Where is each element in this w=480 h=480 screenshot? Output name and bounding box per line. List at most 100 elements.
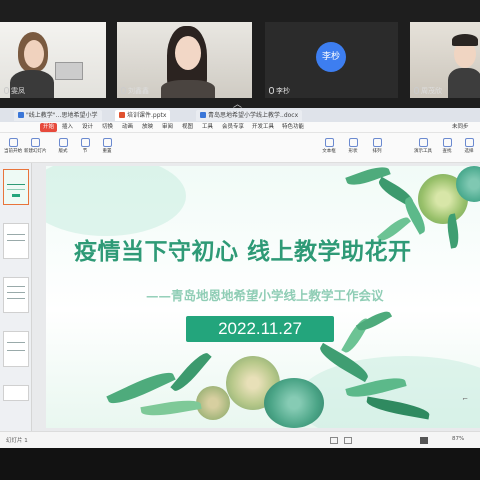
- participant-face: [24, 40, 44, 68]
- ribbon-button[interactable]: 查找: [436, 137, 458, 159]
- arrange-icon: [372, 138, 382, 147]
- participant-tile[interactable]: 李杪 李杪: [265, 22, 398, 98]
- menu-features[interactable]: 特色功能: [282, 123, 304, 132]
- select-icon: [464, 138, 474, 147]
- participant-name: 李杪: [269, 86, 290, 96]
- thumb-line: [7, 292, 25, 293]
- slide-counter: 幻灯片 1: [6, 438, 28, 444]
- thumb-line: [7, 298, 25, 299]
- background-poster: [55, 62, 83, 80]
- menu-developer[interactable]: 开发工具: [252, 123, 274, 132]
- ribbon-toolbar: 当前开始 新建幻灯片 版式 节 重置 文本框 形状 排列 演示工具 查找 选择: [0, 133, 480, 163]
- ribbon-button[interactable]: 重置: [96, 137, 118, 159]
- participant-name: 雯凤: [4, 86, 25, 96]
- thumb-line: [7, 189, 25, 190]
- watercolor-wash: [46, 166, 186, 236]
- leaf: [355, 307, 393, 335]
- screen: 雯凤 刘鑫鑫 李杪 李杪 周茂欣 ︿ "线上教学"…思地希望小学 培训课件.pp…: [0, 0, 480, 480]
- document-tab-bar: "线上教学"…思地希望小学 培训课件.pptx 青岛思地希望小学线上教学..do…: [0, 108, 480, 122]
- doc-icon: [18, 112, 24, 118]
- ribbon-button[interactable]: 排列: [366, 137, 388, 159]
- succulent-illustration: [196, 386, 230, 420]
- zoom-level[interactable]: 87%: [452, 436, 464, 442]
- layout-icon: [58, 138, 68, 147]
- menu-animation[interactable]: 动画: [122, 123, 133, 132]
- sync-status[interactable]: 未同步: [452, 123, 469, 132]
- menu-design[interactable]: 设计: [82, 123, 93, 132]
- slide-thumbnail[interactable]: [3, 385, 29, 401]
- slide-thumbnail-selected[interactable]: [3, 169, 29, 205]
- succulent-illustration: [264, 378, 324, 428]
- document-tab-active[interactable]: 培训课件.pptx: [115, 110, 171, 121]
- participant-body: [448, 68, 480, 98]
- ribbon-button[interactable]: 选择: [458, 137, 480, 159]
- ribbon-button[interactable]: 形状: [342, 137, 364, 159]
- watercolor-wash: [296, 356, 480, 428]
- thumb-line: [7, 350, 25, 351]
- reset-icon: [102, 138, 112, 147]
- slide-subtitle[interactable]: ——青岛地恩地希望小学线上教学工作会议: [146, 285, 384, 304]
- ribbon-button[interactable]: 当前开始: [2, 137, 24, 159]
- thumb-line: [7, 184, 25, 185]
- screen-bottom-area: [0, 448, 480, 480]
- doc-icon: [200, 112, 206, 118]
- mic-icon: [269, 87, 274, 94]
- expand-icon[interactable]: ⌐: [462, 395, 468, 403]
- normal-view-icon[interactable]: [330, 437, 338, 444]
- wps-presentation-window: "线上教学"…思地希望小学 培训课件.pptx 青岛思地希望小学线上教学..do…: [0, 108, 480, 448]
- mic-icon: [4, 87, 9, 94]
- menu-insert[interactable]: 插入: [62, 123, 73, 132]
- participant-tile[interactable]: 雯凤: [0, 22, 106, 98]
- menu-start[interactable]: 开始: [40, 123, 58, 132]
- ribbon-button[interactable]: 版式: [52, 137, 74, 159]
- slide-date: 2022.11.27: [218, 319, 302, 338]
- meeting-video-strip: 雯凤 刘鑫鑫 李杪 李杪 周茂欣 ︿: [0, 0, 480, 110]
- status-bar: 幻灯片 1 87%: [0, 431, 480, 448]
- thumb-line: [7, 286, 25, 287]
- thumb-line: [7, 234, 25, 235]
- menu-tools[interactable]: 工具: [202, 123, 213, 132]
- participant-tile[interactable]: 刘鑫鑫: [117, 22, 252, 98]
- ppt-icon: [119, 112, 125, 118]
- section-icon: [80, 138, 90, 147]
- thumb-line: [12, 194, 20, 197]
- slide-title[interactable]: 疫情当下守初心 线上教学助花开: [74, 232, 412, 266]
- menu-review[interactable]: 审阅: [162, 123, 173, 132]
- mic-icon: [414, 87, 419, 94]
- thumb-line: [7, 342, 25, 343]
- slide-thumbnail-pane: [0, 163, 32, 431]
- presenter-tools-icon: [418, 138, 428, 147]
- menu-bar: 开始 插入 设计 切换 动画 放映 审阅 视图 工具 会员专享 开发工具 特色功…: [0, 122, 480, 133]
- ribbon-button[interactable]: 新建幻灯片: [24, 137, 47, 159]
- find-icon: [442, 138, 452, 147]
- menu-member[interactable]: 会员专享: [222, 123, 244, 132]
- menu-slideshow[interactable]: 放映: [142, 123, 153, 132]
- sorter-view-icon[interactable]: [344, 437, 352, 444]
- slideshow-icon[interactable]: [420, 437, 428, 444]
- slide[interactable]: 疫情当下守初心 线上教学助花开 ——青岛地恩地希望小学线上教学工作会议 2022…: [46, 166, 480, 428]
- participant-hair: [452, 34, 478, 46]
- ribbon-button[interactable]: 演示工具: [412, 137, 434, 159]
- participant-face: [175, 36, 201, 70]
- date-banner[interactable]: 2022.11.27: [186, 316, 334, 342]
- leaf: [140, 396, 202, 420]
- slide-thumbnail[interactable]: [3, 331, 29, 367]
- slide-thumbnail[interactable]: [3, 223, 29, 259]
- participant-body: [161, 80, 215, 98]
- play-icon: [8, 138, 18, 147]
- participant-tile[interactable]: 周茂欣: [410, 22, 480, 98]
- slide-canvas: 疫情当下守初心 线上教学助花开 ——青岛地恩地希望小学线上教学工作会议 2022…: [32, 163, 480, 431]
- document-tab[interactable]: 青岛思地希望小学线上教学..docx: [196, 110, 303, 121]
- new-slide-icon: [30, 138, 40, 147]
- mic-icon: [121, 87, 126, 94]
- menu-view[interactable]: 视图: [182, 123, 193, 132]
- ribbon-button[interactable]: 节: [74, 137, 96, 159]
- leaf: [445, 213, 461, 249]
- document-tab[interactable]: "线上教学"…思地希望小学: [14, 110, 102, 121]
- participant-name: 刘鑫鑫: [121, 86, 149, 96]
- shape-icon: [348, 138, 358, 147]
- ribbon-button[interactable]: 文本框: [318, 137, 340, 159]
- avatar: 李杪: [316, 42, 346, 72]
- menu-transition[interactable]: 切换: [102, 123, 113, 132]
- slide-thumbnail[interactable]: [3, 277, 29, 313]
